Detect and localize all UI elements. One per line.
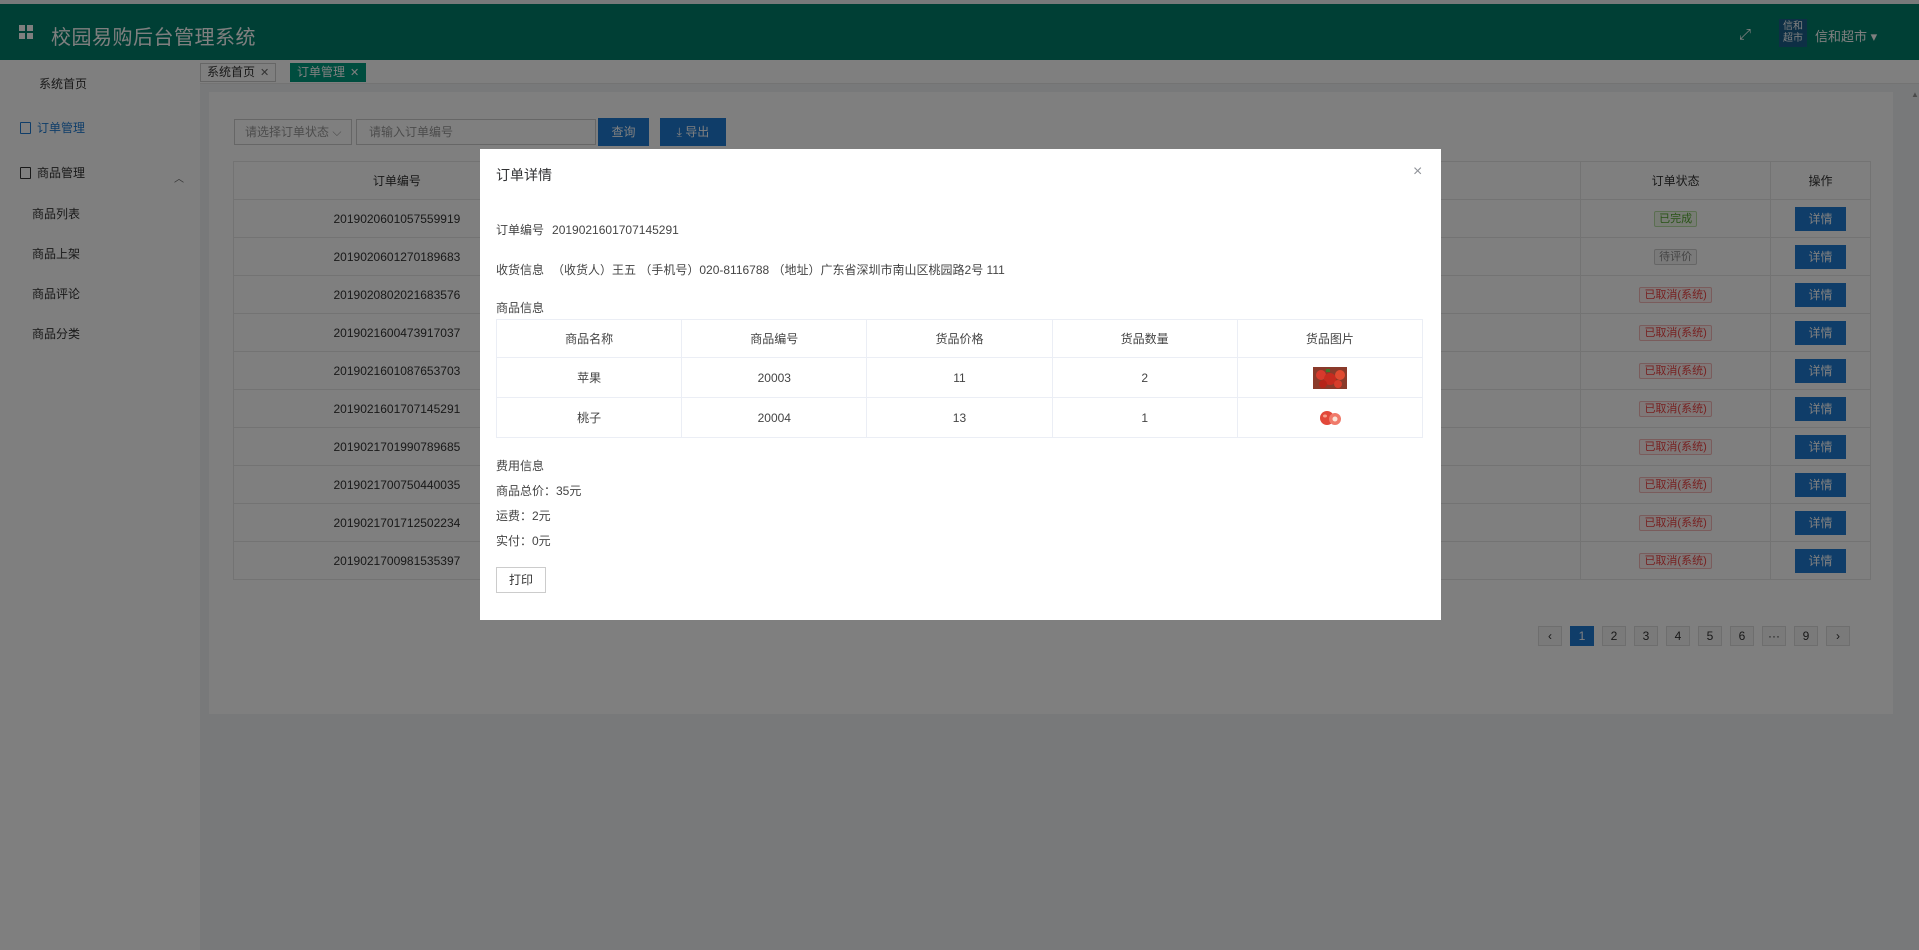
fee-info-label: 费用信息: [496, 459, 545, 473]
order-no-line: 订单编号 2019021601707145291: [496, 221, 679, 238]
order-no-label: 订单编号: [496, 223, 545, 237]
goods-info-label: 商品信息: [496, 301, 545, 315]
dialog-title: 订单详情: [496, 167, 552, 183]
shipping-line: 收货信息 （收货人）王五 （手机号）020-8116788 （地址）广东省深圳市南…: [496, 261, 1005, 278]
column-header: 货品数量: [1051, 319, 1238, 358]
column-header: 货品价格: [866, 319, 1053, 358]
goods-total: 商品总价：35元: [496, 484, 582, 498]
column-header: 货品图片: [1236, 319, 1424, 358]
column-header: 商品名称: [495, 319, 683, 358]
goods-code: 20003: [681, 357, 868, 398]
shipping-label: 收货信息: [496, 263, 545, 277]
column-header: 商品编号: [681, 319, 868, 358]
goods-table: 商品名称 商品编号 货品价格 货品数量 货品图片 苹果 20003 11 2 桃…: [495, 319, 1424, 438]
goods-image-cell: [1236, 397, 1424, 438]
close-icon[interactable]: ×: [1413, 163, 1422, 181]
table-row: 桃子 20004 13 1: [495, 397, 1424, 438]
goods-name: 苹果: [495, 357, 683, 398]
print-button[interactable]: 打印: [496, 567, 546, 593]
goods-image-cell: [1236, 357, 1424, 398]
goods-price: 11: [866, 357, 1053, 398]
shipping-fee: 运费：2元: [496, 509, 551, 523]
table-row: 苹果 20003 11 2: [495, 357, 1424, 398]
goods-code: 20004: [681, 397, 868, 438]
order-no-value: 2019021601707145291: [552, 223, 679, 237]
goods-price: 13: [866, 397, 1053, 438]
goods-name: 桃子: [495, 397, 683, 438]
goods-qty: 1: [1051, 397, 1238, 438]
shipping-info: （收货人）王五 （手机号）020-8116788 （地址）广东省深圳市南山区桃园…: [552, 263, 1005, 277]
order-detail-dialog: 订单详情 × 订单编号 2019021601707145291 收货信息 （收货人）…: [480, 149, 1441, 620]
goods-qty: 2: [1051, 357, 1238, 398]
paid-amount: 实付：0元: [496, 534, 551, 548]
apple-image: [1312, 366, 1347, 389]
peach-image: [1312, 406, 1347, 429]
